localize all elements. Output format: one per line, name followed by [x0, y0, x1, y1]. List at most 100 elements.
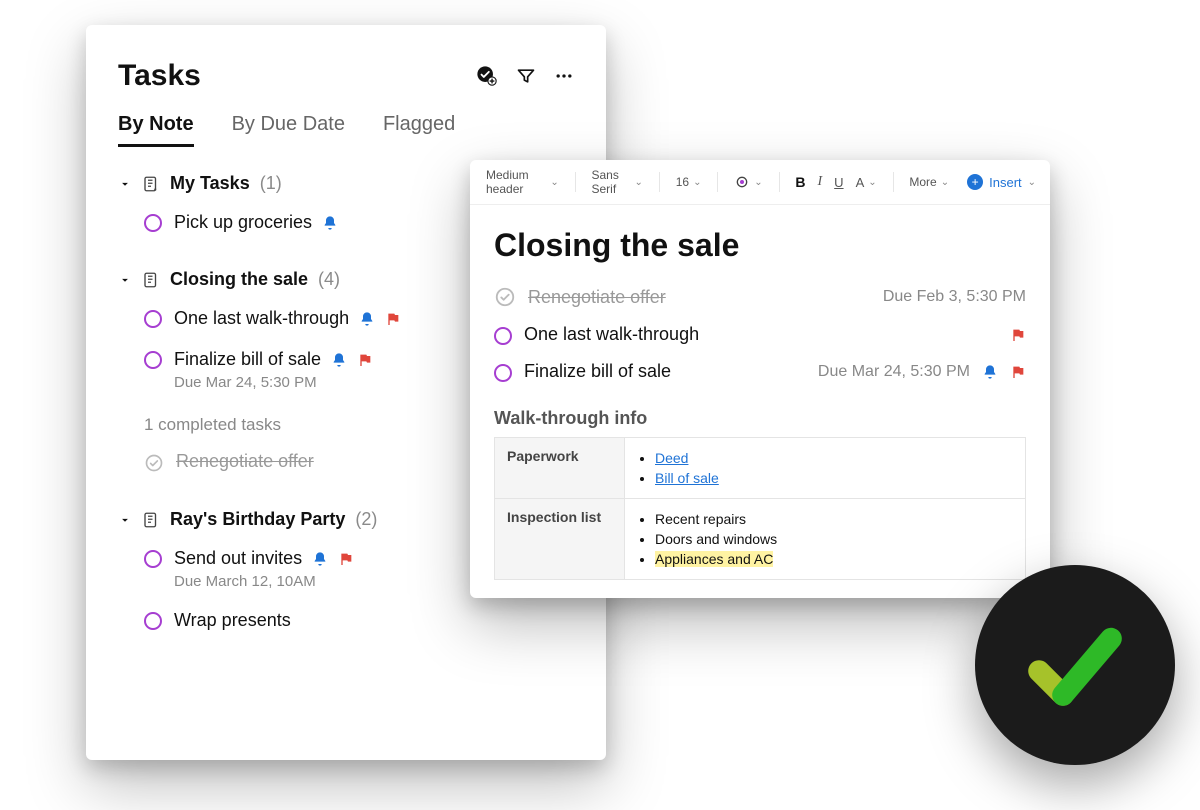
- note-task-text: Renegotiate offer: [528, 287, 666, 308]
- separator: [893, 172, 894, 192]
- note-task-row[interactable]: Finalize bill of sale Due Mar 24, 5:30 P…: [494, 353, 1026, 390]
- bold-button[interactable]: B: [793, 172, 807, 192]
- task-item[interactable]: Wrap presents: [118, 600, 606, 641]
- tab-flagged[interactable]: Flagged: [383, 113, 455, 147]
- table-row: Inspection list Recent repairs Doors and…: [495, 499, 1026, 580]
- size-dropdown-label: 16: [676, 175, 689, 189]
- task-checkbox-icon[interactable]: [144, 310, 162, 328]
- separator: [779, 172, 780, 192]
- style-dropdown[interactable]: Medium header⌄: [484, 166, 561, 198]
- bell-icon: [331, 352, 347, 368]
- section-count: (1): [260, 173, 282, 194]
- chevron-down-icon: [118, 273, 132, 287]
- more-dropdown-label: More: [909, 175, 936, 189]
- note-task-due: Due Mar 24, 5:30 PM: [818, 363, 970, 381]
- more-menu-icon[interactable]: [554, 66, 574, 86]
- text-color-dropdown[interactable]: ⌄: [732, 172, 764, 192]
- chevron-down-icon: ⌄: [941, 177, 949, 188]
- chevron-down-icon: ⌄: [868, 177, 876, 188]
- tab-by-note[interactable]: By Note: [118, 113, 194, 147]
- note-icon: [142, 511, 160, 529]
- note-star-icon: [142, 175, 160, 193]
- filter-icon[interactable]: [516, 66, 536, 86]
- chevron-down-icon: ⌄: [1028, 177, 1036, 188]
- tab-by-due-date[interactable]: By Due Date: [232, 113, 345, 147]
- task-checkbox-icon[interactable]: [144, 612, 162, 630]
- insert-dropdown[interactable]: + Insert ⌄: [967, 174, 1036, 190]
- list-item[interactable]: Deed: [655, 448, 1013, 468]
- info-table: Paperwork Deed Bill of sale Inspection l…: [494, 437, 1026, 580]
- highlighted-text: Appliances and AC: [655, 551, 773, 567]
- task-text: Finalize bill of sale: [174, 349, 321, 370]
- separator: [659, 172, 660, 192]
- chevron-down-icon: ⌄: [693, 177, 701, 188]
- link-bill-of-sale[interactable]: Bill of sale: [655, 470, 719, 486]
- note-panel: Medium header⌄ Sans Serif ⌄ 16 ⌄ ⌄ B I U A…: [470, 160, 1050, 598]
- task-checkbox-icon[interactable]: [494, 327, 512, 345]
- task-done-icon[interactable]: [144, 453, 164, 473]
- table-row: Paperwork Deed Bill of sale: [495, 438, 1026, 499]
- task-text: One last walk-through: [174, 308, 349, 329]
- highlight-dropdown[interactable]: A⌄: [854, 173, 879, 192]
- tasks-header: Tasks: [86, 59, 606, 103]
- task-due-label: Due Mar 24, 5:30 PM: [174, 370, 373, 391]
- flag-icon: [1010, 364, 1026, 380]
- task-text: Wrap presents: [174, 610, 291, 631]
- list-item[interactable]: Appliances and AC: [655, 549, 1013, 569]
- italic-button[interactable]: I: [816, 172, 825, 192]
- separator: [717, 172, 718, 192]
- list-item[interactable]: Bill of sale: [655, 468, 1013, 488]
- underline-button[interactable]: U: [832, 173, 845, 192]
- add-task-icon[interactable]: [476, 65, 498, 87]
- flag-icon: [385, 311, 401, 327]
- list-item[interactable]: Recent repairs: [655, 509, 1013, 529]
- chevron-down-icon: ⌄: [754, 177, 762, 188]
- chevron-down-icon: [118, 513, 132, 527]
- table-row-label: Paperwork: [495, 438, 625, 499]
- insert-dropdown-label: Insert: [989, 175, 1022, 190]
- section-title: Closing the sale: [170, 269, 308, 290]
- note-task-row[interactable]: One last walk-through: [494, 316, 1026, 353]
- separator: [575, 172, 576, 192]
- font-dropdown-label: Sans Serif: [592, 168, 631, 196]
- size-dropdown[interactable]: 16 ⌄: [674, 173, 704, 191]
- task-checkbox-icon[interactable]: [494, 364, 512, 382]
- note-star-icon: [142, 271, 160, 289]
- note-task-due: Due Feb 3, 5:30 PM: [883, 288, 1026, 306]
- note-subheading: Walk-through info: [494, 390, 1026, 437]
- task-text: Pick up groceries: [174, 212, 312, 233]
- checkmark-icon: [1015, 605, 1135, 725]
- bell-icon: [322, 215, 338, 231]
- editor-toolbar: Medium header⌄ Sans Serif ⌄ 16 ⌄ ⌄ B I U A…: [470, 160, 1050, 205]
- section-title: Ray's Birthday Party: [170, 509, 345, 530]
- flag-icon: [1010, 327, 1026, 343]
- task-due-label: Due March 12, 10AM: [174, 569, 354, 590]
- bell-icon: [982, 364, 998, 380]
- color-wheel-icon: [734, 174, 750, 190]
- chevron-down-icon: ⌄: [550, 177, 558, 188]
- section-title: My Tasks: [170, 173, 250, 194]
- note-title[interactable]: Closing the sale: [494, 221, 1026, 278]
- flag-icon: [338, 551, 354, 567]
- font-dropdown[interactable]: Sans Serif ⌄: [590, 166, 645, 198]
- bell-icon: [312, 551, 328, 567]
- section-count: (2): [355, 509, 377, 530]
- task-checkbox-icon[interactable]: [144, 550, 162, 568]
- chevron-down-icon: ⌄: [635, 177, 643, 188]
- task-text: Send out invites: [174, 548, 302, 569]
- task-text: Renegotiate offer: [176, 451, 314, 472]
- tasks-tabs: By Note By Due Date Flagged: [86, 103, 606, 147]
- link-deed[interactable]: Deed: [655, 450, 688, 466]
- checkmark-badge: [975, 565, 1175, 765]
- bell-icon: [359, 311, 375, 327]
- task-checkbox-icon[interactable]: [144, 214, 162, 232]
- task-checkbox-icon[interactable]: [144, 351, 162, 369]
- note-task-text: One last walk-through: [524, 324, 699, 345]
- task-done-icon[interactable]: [494, 286, 516, 308]
- more-dropdown[interactable]: More ⌄: [907, 173, 951, 191]
- list-item[interactable]: Doors and windows: [655, 529, 1013, 549]
- note-body: Closing the sale Renegotiate offer Due F…: [470, 205, 1050, 590]
- note-task-text: Finalize bill of sale: [524, 361, 671, 382]
- note-task-row[interactable]: Renegotiate offer Due Feb 3, 5:30 PM: [494, 278, 1026, 316]
- flag-icon: [357, 352, 373, 368]
